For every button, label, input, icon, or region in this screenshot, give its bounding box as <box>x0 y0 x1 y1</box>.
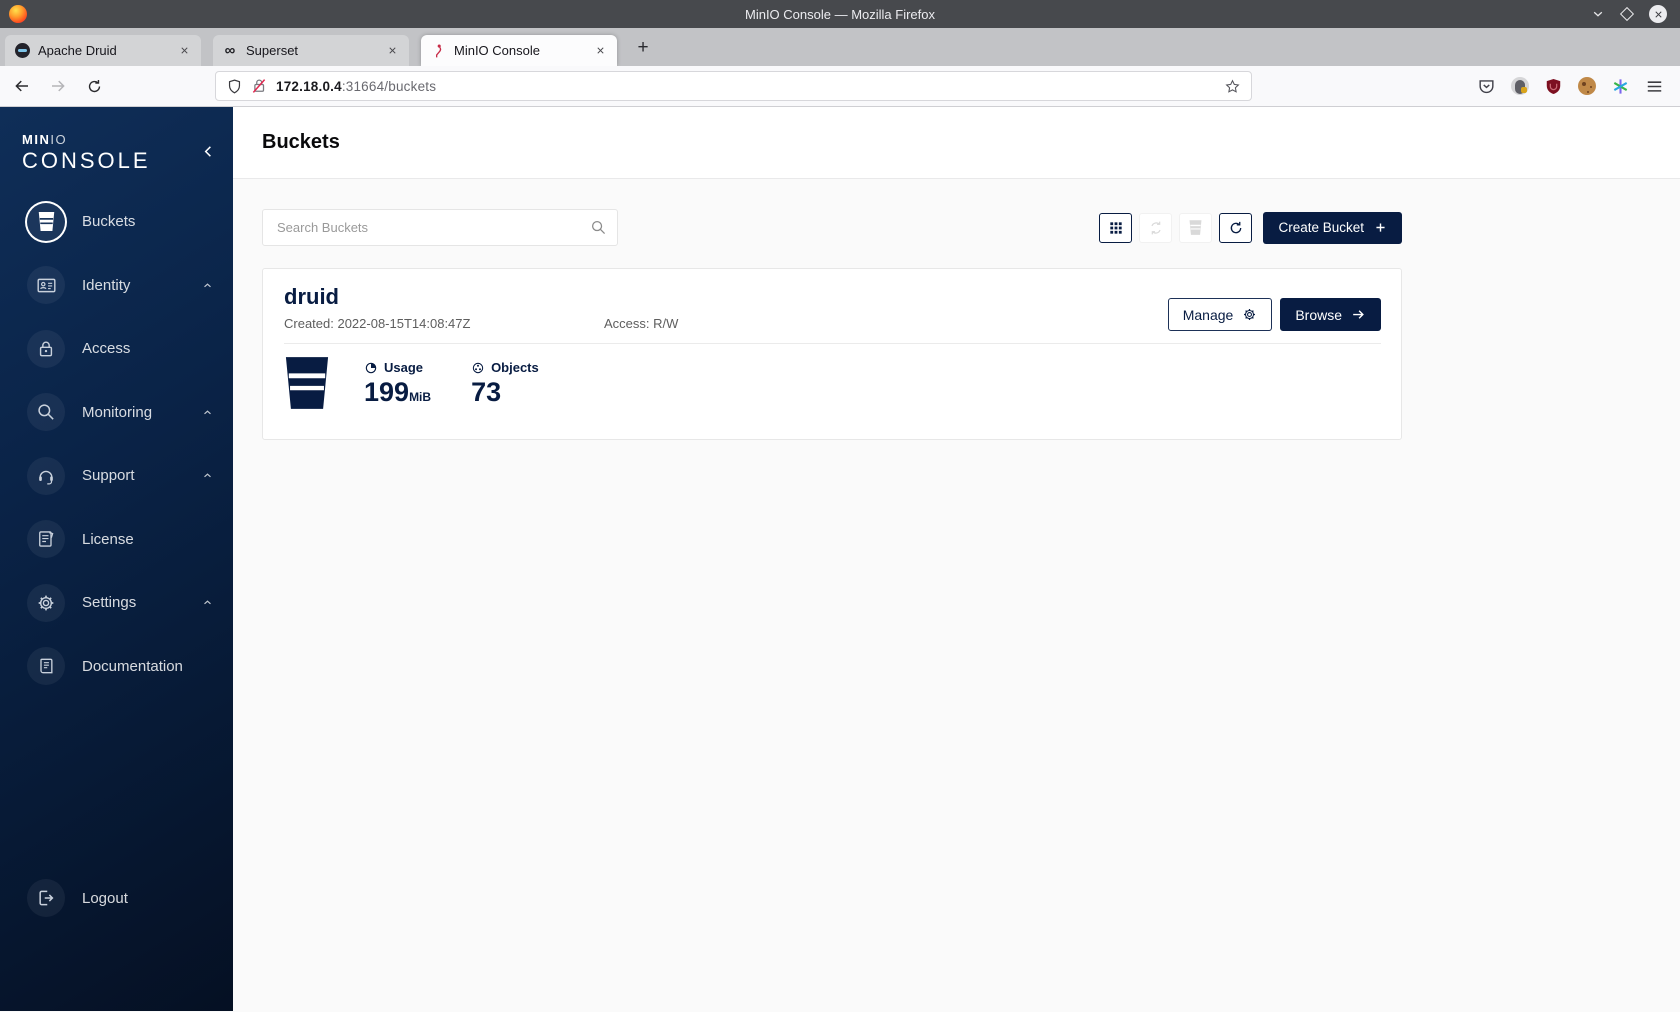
sidebar: MINIO CONSOLE Buckets Identity Access Mo… <box>0 107 233 1011</box>
menu-hamburger-icon[interactable] <box>1645 77 1664 96</box>
chevron-up-icon[interactable] <box>201 469 214 482</box>
tab-superset[interactable]: ∞ Superset <box>213 35 409 66</box>
sidebar-item-logout[interactable]: Logout <box>0 868 233 928</box>
usage-unit: MiB <box>409 390 432 405</box>
tab-title: Superset <box>246 43 299 58</box>
pie-chart-icon <box>364 361 378 375</box>
back-button[interactable] <box>8 72 36 100</box>
objects-icon <box>471 361 485 375</box>
tab-title: Apache Druid <box>38 43 117 58</box>
browse-button[interactable]: Browse <box>1280 298 1381 331</box>
gear-icon <box>1242 307 1257 322</box>
sidebar-item-buckets[interactable]: Buckets <box>0 190 233 254</box>
colorful-asterisk-extension-icon[interactable] <box>1611 77 1630 96</box>
sidebar-item-support[interactable]: Support <box>0 444 233 508</box>
bucket-access: Access: R/W <box>604 316 679 332</box>
window-close-button[interactable] <box>1649 5 1667 23</box>
chevron-up-icon[interactable] <box>201 596 214 609</box>
new-tab-button[interactable]: + <box>629 34 657 62</box>
tab-close-icon[interactable] <box>592 43 608 59</box>
url-host: 172.18.0.4 <box>276 78 342 94</box>
manage-button[interactable]: Manage <box>1167 298 1273 331</box>
bucket-card[interactable]: druid Created: 2022-08-15T14:08:47Z Acce… <box>262 268 1402 440</box>
license-document-icon <box>27 520 65 559</box>
bookmark-star-icon[interactable] <box>1224 78 1241 95</box>
bucket-icon <box>27 202 65 241</box>
tracking-protection-shield-icon[interactable] <box>226 78 243 95</box>
search-icon <box>590 219 607 236</box>
sidebar-item-identity[interactable]: Identity <box>0 254 233 318</box>
search-input[interactable] <box>262 209 618 246</box>
sidebar-item-documentation[interactable]: Documentation <box>0 635 233 699</box>
bucket-icon <box>284 357 330 409</box>
magnifier-icon <box>27 393 65 432</box>
view-grid-button[interactable] <box>1099 212 1133 243</box>
browser-toolbar: 172.18.0.4:31664/buckets <box>0 66 1680 107</box>
sidebar-collapse-icon[interactable] <box>198 141 218 161</box>
druid-favicon-icon <box>14 43 30 59</box>
firefox-logo-icon <box>9 5 27 23</box>
pocket-icon[interactable] <box>1477 77 1496 96</box>
minio-favicon-icon <box>430 43 446 59</box>
tab-close-icon[interactable] <box>384 43 400 59</box>
lock-icon <box>27 329 65 368</box>
tab-bar: Apache Druid ∞ Superset MinIO Console + <box>0 28 1680 66</box>
cookie-extension-icon[interactable] <box>1578 77 1596 95</box>
documentation-book-icon <box>27 647 65 686</box>
plus-icon <box>1374 221 1387 234</box>
forward-button[interactable] <box>44 72 72 100</box>
bucket-name[interactable]: druid <box>284 284 678 309</box>
chevron-up-icon[interactable] <box>201 279 214 292</box>
window-titlebar: MinIO Console — Mozilla Firefox <box>0 0 1680 28</box>
tab-title: MinIO Console <box>454 43 540 58</box>
usage-metric: Usage 199MiB <box>364 360 432 408</box>
logout-icon <box>27 879 65 917</box>
insecure-lock-icon[interactable] <box>250 77 268 95</box>
page-title: Buckets <box>262 131 340 153</box>
extension-account-icon[interactable] <box>1511 77 1529 95</box>
create-bucket-button[interactable]: Create Bucket <box>1263 211 1402 244</box>
usage-value: 199 <box>364 377 410 408</box>
reload-button[interactable] <box>80 72 108 100</box>
page-header: Buckets <box>233 107 1680 179</box>
url-text: 172.18.0.4:31664/buckets <box>276 79 436 94</box>
tab-apache-druid[interactable]: Apache Druid <box>5 35 201 66</box>
ublock-origin-icon[interactable] <box>1544 77 1563 96</box>
window-title: MinIO Console — Mozilla Firefox <box>745 6 935 22</box>
sidebar-item-monitoring[interactable]: Monitoring <box>0 381 233 445</box>
objects-value: 73 <box>471 377 502 408</box>
tab-close-icon[interactable] <box>176 43 192 59</box>
headset-icon <box>27 456 65 495</box>
chevron-up-icon[interactable] <box>201 406 214 419</box>
superset-favicon-icon: ∞ <box>224 42 236 59</box>
url-path: :31664/buckets <box>341 78 437 94</box>
tab-minio-console[interactable]: MinIO Console <box>421 35 617 66</box>
identity-card-icon <box>27 266 65 305</box>
refresh-button[interactable] <box>1219 212 1253 243</box>
search-box <box>262 209 618 246</box>
sidebar-item-license[interactable]: License <box>0 508 233 572</box>
logo-min: MIN <box>22 132 51 147</box>
sidebar-item-access[interactable]: Access <box>0 317 233 381</box>
window-minimize-button[interactable] <box>1591 7 1605 21</box>
set-replication-button <box>1139 212 1173 243</box>
bucket-created: Created: 2022-08-15T14:08:47Z <box>284 316 471 332</box>
window-maximize-button[interactable] <box>1619 6 1635 22</box>
url-bar[interactable]: 172.18.0.4:31664/buckets <box>215 71 1252 101</box>
logo-io: IO <box>50 132 68 147</box>
delete-buckets-button <box>1179 212 1213 243</box>
sidebar-item-settings[interactable]: Settings <box>0 571 233 635</box>
gear-icon <box>27 583 65 622</box>
objects-metric: Objects 73 <box>471 360 539 408</box>
arrow-right-icon <box>1351 307 1366 322</box>
